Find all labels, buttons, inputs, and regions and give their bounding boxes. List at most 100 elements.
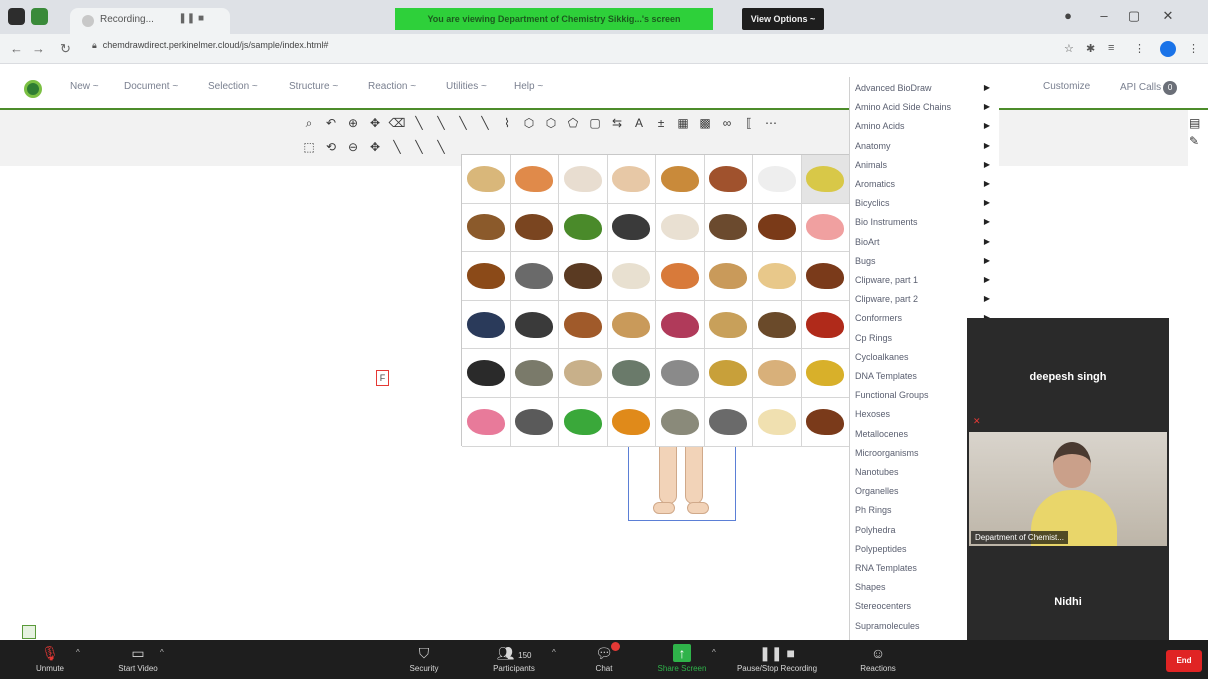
app-switcher-icon[interactable] <box>8 8 25 25</box>
menu-help[interactable]: Help ~ <box>514 81 543 92</box>
clipart-cell[interactable] <box>753 203 802 253</box>
bookmark-star-icon[interactable]: ☆ <box>1064 42 1074 55</box>
select-icon[interactable]: ⬚ <box>300 138 318 156</box>
menu-utilities[interactable]: Utilities ~ <box>446 81 487 92</box>
bold-bond-icon[interactable]: ╲ <box>388 138 406 156</box>
page-handle-icon[interactable] <box>22 625 36 639</box>
eraser-icon[interactable]: ⌫ <box>388 114 406 132</box>
clipart-cell[interactable] <box>656 252 705 301</box>
participants-options-icon[interactable]: ^ <box>552 648 556 657</box>
single-bond-icon[interactable]: ╲ <box>410 114 428 132</box>
close-icon[interactable]: ✕ <box>1158 8 1178 24</box>
library-menu-item[interactable]: Advanced BioDraw ▶ <box>855 83 995 93</box>
clipart-cell[interactable] <box>704 155 753 204</box>
double-bond-icon[interactable]: ╲ <box>476 114 494 132</box>
more-tools-icon[interactable]: ⋯ <box>762 114 780 132</box>
customize-link[interactable]: Customize <box>1043 81 1090 92</box>
clipart-cell[interactable] <box>656 349 705 398</box>
clipart-cell[interactable] <box>607 155 656 204</box>
clipart-cell[interactable] <box>559 252 608 301</box>
document-panel-icon[interactable]: ▤ <box>1189 116 1200 130</box>
library-menu-item[interactable]: Clipware, part 1 ▶ <box>855 275 995 285</box>
clipart-cell[interactable] <box>753 300 802 350</box>
menu-document[interactable]: Document ~ <box>124 81 178 92</box>
clipart-cell[interactable] <box>753 349 802 398</box>
start-video-button[interactable]: ▭ Start Video <box>96 640 180 679</box>
clipart-cell[interactable] <box>510 252 559 301</box>
menu-new[interactable]: New ~ <box>70 81 99 92</box>
fluorine-atom-label[interactable]: F <box>376 370 389 386</box>
clipart-cell[interactable] <box>607 300 656 350</box>
undo-icon[interactable]: ↶ <box>322 114 340 132</box>
clipart-cell[interactable] <box>462 349 511 398</box>
chemdraw-app-icon[interactable] <box>31 8 48 25</box>
clipart-cell[interactable] <box>510 155 559 204</box>
menu-selection[interactable]: Selection ~ <box>208 81 258 92</box>
chain-icon[interactable]: ⌇ <box>498 114 516 132</box>
arrow-icon[interactable]: ⇆ <box>608 114 626 132</box>
clipart-cell[interactable] <box>656 155 705 204</box>
template-icon[interactable]: ✥ <box>366 114 384 132</box>
clipart-cell[interactable] <box>801 397 850 447</box>
browser-menu-icon[interactable]: ⋮ <box>1188 42 1199 55</box>
clipart-cell[interactable] <box>753 397 802 447</box>
clipart-cell[interactable] <box>801 252 850 301</box>
triple-bond-icon[interactable]: ╲ <box>432 138 450 156</box>
api-calls-link[interactable]: API Calls 0 <box>1120 81 1178 95</box>
clipart-cell[interactable] <box>753 155 802 204</box>
hash-bond-icon[interactable]: ╲ <box>454 114 472 132</box>
clipart-cell[interactable] <box>753 252 802 301</box>
move-icon[interactable]: ✥ <box>366 138 384 156</box>
pause-icon[interactable]: ❚❚ ■ <box>178 13 204 24</box>
maximize-icon[interactable]: ▢ <box>1124 8 1144 24</box>
tab-search-icon[interactable]: ≡ <box>1108 42 1114 54</box>
reactions-button[interactable]: ☺ Reactions <box>836 640 920 679</box>
clipart-cell[interactable] <box>607 349 656 398</box>
clipart-cell[interactable] <box>559 300 608 350</box>
video-options-icon[interactable]: ^ <box>160 648 164 657</box>
menu-reaction[interactable]: Reaction ~ <box>368 81 416 92</box>
clipart-cell[interactable] <box>462 203 511 253</box>
lasso-icon[interactable]: ⌕ <box>300 114 318 132</box>
clipart-cell[interactable] <box>801 349 850 398</box>
menu-structure[interactable]: Structure ~ <box>289 81 338 92</box>
cyclopentane-icon[interactable]: ⬠ <box>564 114 582 132</box>
profile-avatar[interactable] <box>1160 41 1176 57</box>
end-meeting-button[interactable]: End <box>1166 650 1202 672</box>
clipart-cell[interactable] <box>656 397 705 447</box>
clipart-cell[interactable] <box>607 252 656 301</box>
participants-button[interactable]: 👥︎ 150 Participants <box>472 640 556 679</box>
clipart-cell[interactable] <box>704 252 753 301</box>
clipart-cell[interactable] <box>462 252 511 301</box>
orbital-icon[interactable]: ∞ <box>718 114 736 132</box>
clipart-cell[interactable] <box>559 155 608 204</box>
clipart-cell[interactable] <box>462 155 511 204</box>
zoom-out-icon[interactable]: ⊖ <box>344 138 362 156</box>
library-menu-item[interactable]: Clipware, part 2 ▶ <box>855 294 995 304</box>
library-menu-item[interactable]: BioArt ▶ <box>855 237 995 247</box>
anatomy-legs-clipart[interactable] <box>628 445 736 521</box>
clipart-cell[interactable] <box>462 300 511 350</box>
unmute-button[interactable]: 🎙︎ Unmute <box>8 640 92 679</box>
extensions-puzzle-icon[interactable]: ⋮ <box>1134 42 1145 55</box>
clipart-cell[interactable] <box>704 203 753 253</box>
edit-panel-icon[interactable]: ✎ <box>1189 134 1199 148</box>
library-menu-item[interactable]: Bicyclics ▶ <box>855 198 995 208</box>
clipart-cell[interactable] <box>559 203 608 253</box>
clipart-cell[interactable] <box>607 203 656 253</box>
participant-video-tile[interactable]: Department of Chemist... <box>969 432 1167 546</box>
clipart-cell[interactable] <box>462 397 511 447</box>
bracket-icon[interactable]: ⟦ <box>740 114 758 132</box>
cyclohexane-icon[interactable]: ⬡ <box>542 114 560 132</box>
clipart-cell[interactable] <box>559 397 608 447</box>
clipart-cell[interactable] <box>559 349 608 398</box>
extension-icon[interactable]: ✱ <box>1086 42 1095 55</box>
clipart-cell[interactable] <box>704 300 753 350</box>
library-menu-item[interactable]: Bio Instruments ▶ <box>855 217 995 227</box>
wedge-bond-icon[interactable]: ╲ <box>432 114 450 132</box>
security-button[interactable]: ⛉ Security <box>382 640 466 679</box>
clipart-icon[interactable]: ▩ <box>696 114 714 132</box>
forward-icon[interactable]: → <box>32 41 45 56</box>
back-icon[interactable]: ← <box>10 41 23 56</box>
chat-button[interactable]: 💬︎ Chat <box>562 640 646 679</box>
